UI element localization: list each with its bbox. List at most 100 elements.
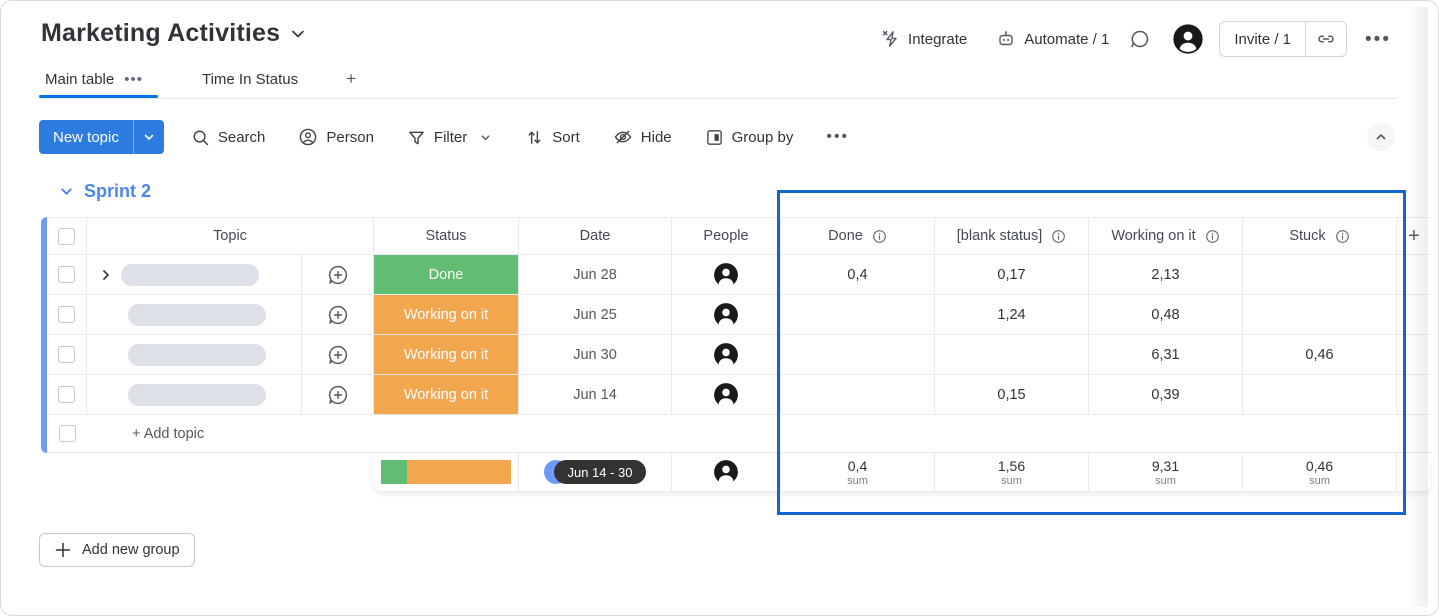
row-checkbox[interactable] [59,425,76,442]
new-topic-button[interactable]: New topic [39,120,164,154]
hide-button[interactable]: Hide [613,127,672,147]
people-cell[interactable] [672,375,781,414]
filter-caret-icon[interactable] [479,131,492,144]
topic-cell[interactable] [87,255,302,294]
sum-done-cell[interactable]: 0,4 sum [781,453,935,491]
conversation-cell[interactable] [302,295,374,334]
sum-working-cell[interactable]: 9,31 sum [1089,453,1243,491]
status-cell[interactable]: Working on it [374,335,519,374]
add-column-button[interactable]: + [1397,218,1431,254]
toolbar-more-button[interactable]: ••• [826,129,849,145]
sort-button[interactable]: Sort [525,128,580,147]
status-distribution-cell[interactable] [374,453,519,491]
time-stuck-cell[interactable] [1243,255,1397,294]
column-header-people[interactable]: People [672,218,781,254]
column-header-stuck-label: Stuck [1289,228,1325,244]
date-range-cell[interactable]: Jun 14 - 30 [519,453,672,491]
status-cell[interactable]: Done [374,255,519,294]
board-title-row: Marketing Activities [41,19,308,48]
topic-cell[interactable] [87,335,302,374]
status-cell[interactable]: Working on it [374,375,519,414]
time-done-cell[interactable] [781,375,935,414]
time-stuck-cell[interactable]: 0,46 [1243,335,1397,374]
people-cell[interactable] [672,255,781,294]
new-topic-caret[interactable] [133,120,164,154]
time-done-cell[interactable] [781,295,935,334]
expand-chevron-icon[interactable] [99,268,113,282]
group-collapse-icon[interactable] [59,184,74,199]
conversation-cell[interactable] [302,255,374,294]
add-topic-button[interactable]: + Add topic [87,426,204,442]
column-header-working-on-it[interactable]: Working on it [1089,218,1243,254]
chevron-down-icon[interactable] [288,24,308,44]
sum-stuck-cell[interactable]: 0,46 sum [1243,453,1397,491]
date-range-pill[interactable]: Jun 14 - 30 [544,460,645,484]
add-new-group-button[interactable]: Add new group [39,533,195,567]
copy-link-button[interactable] [1306,22,1346,56]
time-working-cell[interactable]: 0,39 [1089,375,1243,414]
info-icon[interactable] [1051,229,1066,244]
date-cell[interactable]: Jun 28 [519,255,672,294]
chat-button[interactable] [1129,28,1151,50]
column-header-stuck[interactable]: Stuck [1243,218,1397,254]
integrate-button[interactable]: Integrate [881,29,967,49]
time-working-cell[interactable]: 6,31 [1089,335,1243,374]
info-icon[interactable] [872,229,887,244]
tab-main-table[interactable]: Main table ••• [45,71,143,88]
column-header-date[interactable]: Date [519,218,672,254]
group-by-button[interactable]: Group by [705,128,794,147]
info-icon[interactable] [1205,229,1220,244]
select-all-checkbox[interactable] [58,228,75,245]
invite-group: Invite / 1 [1219,21,1347,57]
people-cell[interactable] [672,295,781,334]
people-cell[interactable] [672,335,781,374]
people-summary-cell[interactable] [672,453,781,491]
column-header-status[interactable]: Status [374,218,519,254]
time-blank-cell[interactable]: 0,15 [935,375,1089,414]
status-cell[interactable]: Working on it [374,295,519,334]
conversation-cell[interactable] [302,335,374,374]
user-avatar[interactable] [1173,24,1203,54]
filter-button[interactable]: Filter [407,128,492,147]
time-done-cell[interactable] [781,335,935,374]
time-working-cell[interactable]: 0,48 [1089,295,1243,334]
sum-blank-cell[interactable]: 1,56 sum [935,453,1089,491]
row-checkbox[interactable] [58,266,75,283]
new-topic-label[interactable]: New topic [39,120,133,154]
time-done-cell[interactable]: 0,4 [781,255,935,294]
add-view-button[interactable]: + [346,69,356,89]
conversation-cell[interactable] [302,375,374,414]
invite-button[interactable]: Invite / 1 [1220,22,1306,56]
row-checkbox[interactable] [58,386,75,403]
distribution-done-segment[interactable] [381,460,407,484]
status-distribution-bar[interactable] [381,460,511,484]
collapse-toolbar-button[interactable] [1367,123,1395,151]
date-cell[interactable]: Jun 14 [519,375,672,414]
time-blank-cell[interactable]: 0,17 [935,255,1089,294]
tab-time-in-status[interactable]: Time In Status [202,71,298,88]
tab-menu-icon[interactable]: ••• [124,71,143,88]
time-stuck-cell[interactable] [1243,295,1397,334]
date-cell[interactable]: Jun 25 [519,295,672,334]
time-working-cell[interactable]: 2,13 [1089,255,1243,294]
column-header-done[interactable]: Done [781,218,935,254]
row-checkbox[interactable] [58,346,75,363]
time-blank-cell[interactable] [935,335,1089,374]
time-blank-cell[interactable]: 1,24 [935,295,1089,334]
person-filter-button[interactable]: Person [298,127,374,147]
info-icon[interactable] [1335,229,1350,244]
hide-label: Hide [641,129,672,146]
automate-button[interactable]: Automate / 1 [995,28,1109,50]
table-header-row: Topic Status Date People Done [blank sta… [47,217,1431,255]
topic-cell[interactable] [87,295,302,334]
time-stuck-cell[interactable] [1243,375,1397,414]
topic-cell[interactable] [87,375,302,414]
board-more-button[interactable]: ••• [1365,30,1391,49]
date-cell[interactable]: Jun 30 [519,335,672,374]
distribution-working-segment[interactable] [407,460,511,484]
group-title[interactable]: Sprint 2 [84,181,151,202]
search-button[interactable]: Search [191,128,266,147]
column-header-topic[interactable]: Topic [87,218,374,254]
column-header-blank-status[interactable]: [blank status] [935,218,1089,254]
row-checkbox[interactable] [58,306,75,323]
